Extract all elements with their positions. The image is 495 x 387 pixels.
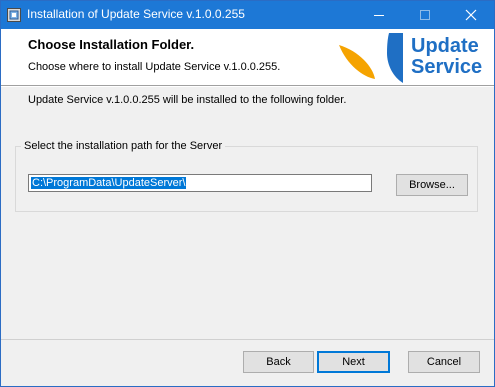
cancel-button[interactable]: Cancel bbox=[408, 351, 480, 373]
logo-mark-icon bbox=[339, 33, 403, 83]
maximize-button[interactable] bbox=[402, 1, 448, 29]
close-icon bbox=[465, 9, 477, 21]
back-button[interactable]: Back bbox=[243, 351, 314, 373]
installer-window: Installation of Update Service v.1.0.0.2… bbox=[0, 0, 495, 387]
title-bar[interactable]: Installation of Update Service v.1.0.0.2… bbox=[1, 1, 494, 29]
install-path-input[interactable]: C:\ProgramData\UpdateServer\ bbox=[28, 174, 372, 192]
page-subtitle: Choose where to install Update Service v… bbox=[28, 61, 281, 73]
next-button[interactable]: Next bbox=[317, 351, 390, 373]
minimize-button[interactable] bbox=[356, 1, 402, 29]
wizard-header: Choose Installation Folder. Choose where… bbox=[1, 29, 494, 85]
window-title: Installation of Update Service v.1.0.0.2… bbox=[27, 7, 245, 21]
browse-button[interactable]: Browse... bbox=[396, 174, 468, 196]
install-info-text: Update Service v.1.0.0.255 will be insta… bbox=[28, 94, 347, 106]
footer-divider bbox=[1, 339, 494, 340]
logo-text-line1: Update bbox=[411, 35, 479, 57]
close-button[interactable] bbox=[448, 1, 494, 29]
install-path-group-label: Select the installation path for the Ser… bbox=[21, 140, 226, 152]
install-path-value: C:\ProgramData\UpdateServer\ bbox=[31, 177, 187, 189]
installer-icon bbox=[7, 8, 21, 22]
page-title: Choose Installation Folder. bbox=[28, 37, 195, 52]
maximize-icon bbox=[420, 10, 430, 20]
minimize-icon bbox=[374, 15, 384, 16]
logo-text-line2: Service bbox=[411, 56, 483, 78]
